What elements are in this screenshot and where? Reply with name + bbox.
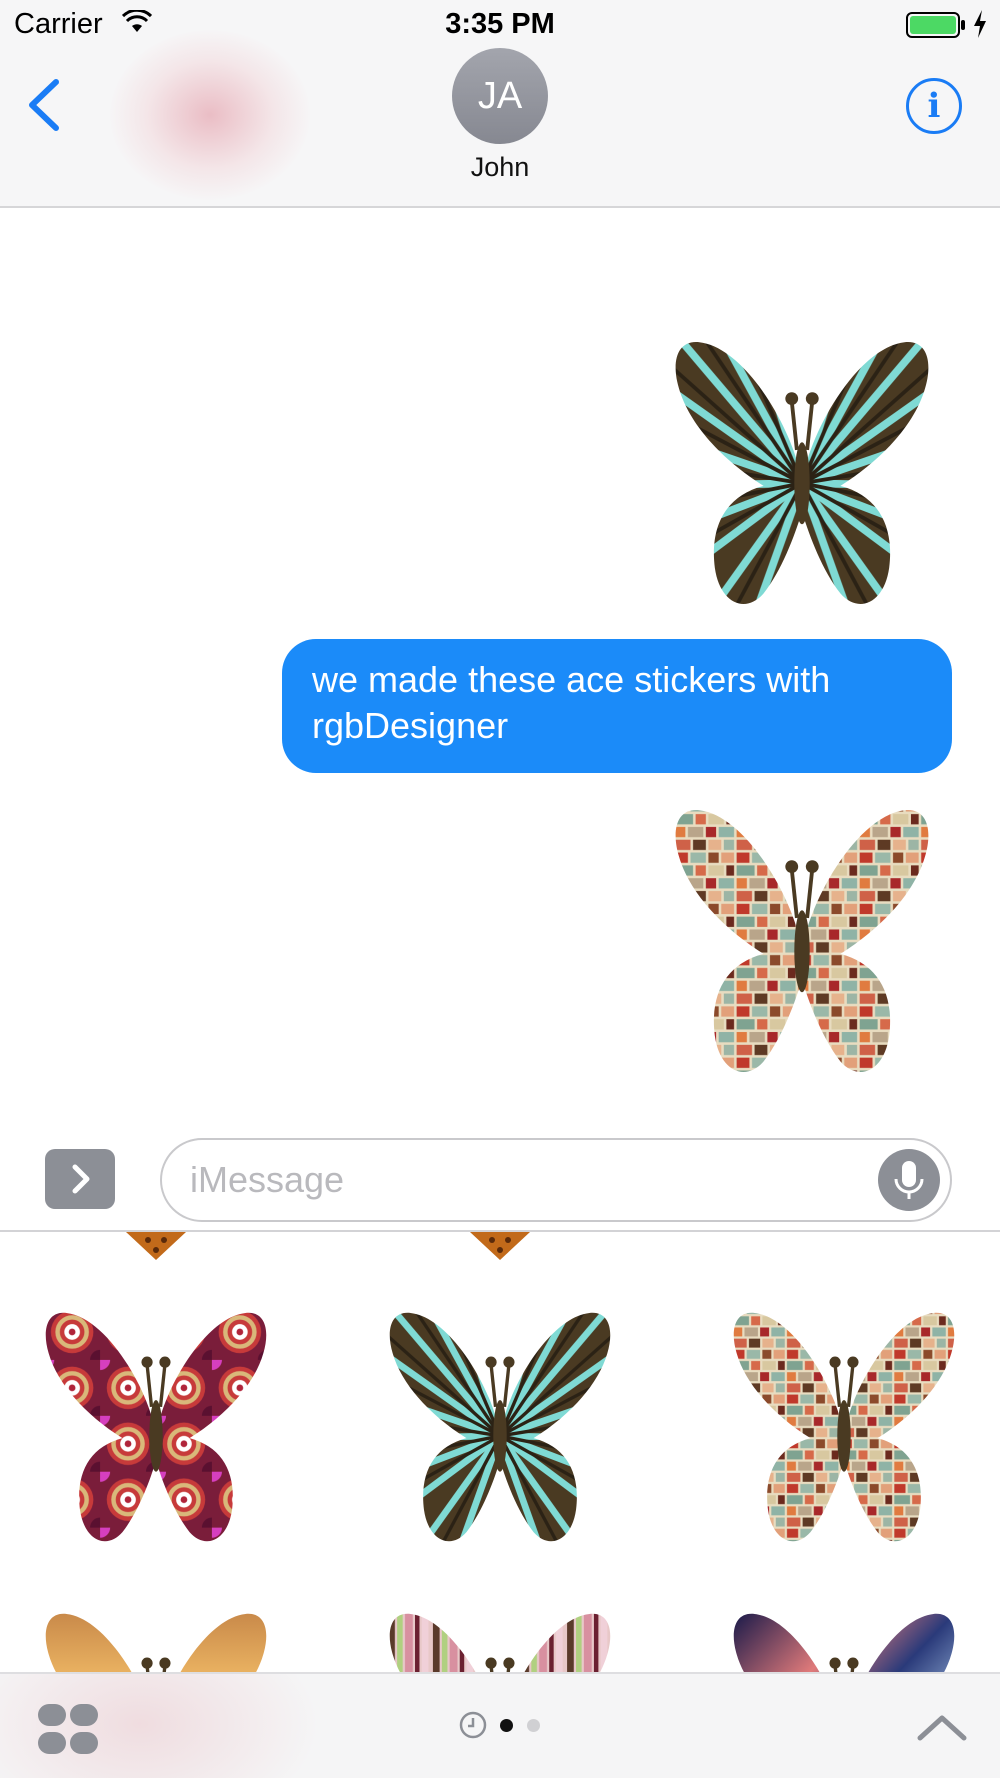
app-drawer-bar	[0, 1672, 1000, 1778]
drawer-sticker-orange-stripe-butterfly[interactable]	[28, 1605, 284, 1673]
info-icon: i	[927, 86, 941, 126]
sticker-message-mosaic-butterfly[interactable]	[654, 800, 950, 1082]
message-bubble[interactable]: we made these ace stickers with rgbDesig…	[282, 639, 952, 773]
status-bar: Carrier 3:35 PM	[0, 0, 1000, 48]
drawer-sticker-pink-bars-butterfly[interactable]	[372, 1605, 628, 1673]
back-chevron-icon[interactable]	[22, 74, 66, 136]
clock: 3:35 PM	[445, 8, 555, 40]
message-input-field[interactable]	[160, 1138, 952, 1222]
info-button[interactable]: i	[906, 78, 962, 134]
page-dot[interactable]	[527, 1719, 540, 1732]
contact-avatar[interactable]: JA	[452, 48, 548, 144]
drawer-sticker-row-partial	[0, 1595, 1000, 1673]
drawer-sticker-radial-stripe-butterfly[interactable]	[372, 1304, 628, 1550]
charging-bolt-icon	[974, 10, 986, 38]
message-text: we made these ace stickers with rgbDesig…	[312, 659, 831, 746]
app-grid-icon[interactable]	[38, 1704, 100, 1756]
conversation-header: Carrier 3:35 PM JA John i	[0, 0, 1000, 208]
apps-toggle-button[interactable]	[45, 1149, 115, 1209]
contact-name: John	[470, 152, 530, 182]
chevron-right-icon	[72, 1164, 90, 1194]
sticker-pointer-decoration	[470, 1232, 530, 1260]
battery-icon	[906, 12, 965, 38]
message-input[interactable]	[190, 1150, 870, 1210]
page-dot-active[interactable]	[500, 1719, 513, 1732]
sticker-pointer-decoration	[126, 1232, 186, 1260]
recents-icon[interactable]	[458, 1710, 488, 1740]
drawer-sticker-circles-butterfly[interactable]	[28, 1304, 284, 1550]
drawer-sticker-mosaic-butterfly[interactable]	[716, 1304, 972, 1550]
chevron-up-icon[interactable]	[914, 1710, 970, 1746]
microphone-icon	[894, 1161, 924, 1199]
avatar-initials: JA	[477, 74, 523, 117]
drawer-sticker-blue-gradient-butterfly[interactable]	[716, 1605, 972, 1673]
microphone-button[interactable]	[878, 1149, 940, 1211]
sticker-message-radial-stripe-butterfly[interactable]	[654, 332, 950, 614]
